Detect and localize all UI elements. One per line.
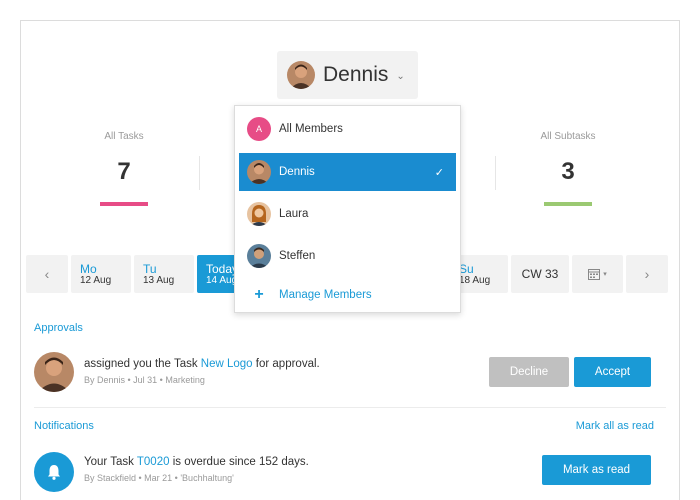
date-cell[interactable]: Mo 12 Aug: [71, 255, 131, 293]
stat-bar: [100, 202, 148, 206]
chevron-left-icon: ‹: [44, 266, 50, 282]
checkmark-icon: ✓: [434, 166, 444, 179]
accept-button[interactable]: Accept: [574, 357, 651, 387]
stat-label: All Tasks: [104, 131, 144, 142]
laura-avatar: [247, 202, 271, 226]
message-text: for approval.: [255, 358, 320, 370]
dropdown-item-label: Steffen: [279, 250, 316, 262]
mark-all-read-link[interactable]: Mark all as read: [576, 420, 654, 432]
next-week-button[interactable]: ›: [626, 255, 668, 293]
dropdown-item-label: Laura: [279, 208, 309, 220]
date-cell[interactable]: Tu 13 Aug: [134, 255, 194, 293]
mark-as-read-button[interactable]: Mark as read: [542, 455, 651, 485]
dennis-avatar: [34, 352, 74, 392]
steffen-avatar: [247, 244, 271, 268]
calendar-icon: [588, 269, 601, 280]
prev-week-button[interactable]: ‹: [26, 255, 68, 293]
date-date: 18 Aug: [459, 275, 491, 286]
date-day: Su: [459, 262, 474, 276]
plus-icon: +: [254, 286, 264, 303]
stat-value: 3: [561, 158, 575, 185]
date-date: 13 Aug: [143, 275, 175, 286]
notifications-title: Notifications: [34, 420, 94, 432]
stat-bar: [544, 202, 592, 206]
calendar-picker-button[interactable]: ▾: [572, 255, 623, 293]
message-text: assigned you the Task: [84, 358, 198, 370]
message-text: is overdue since 152 days.: [172, 456, 309, 468]
decline-button[interactable]: Decline: [489, 357, 569, 387]
dropdown-item-label: Dennis: [279, 166, 315, 178]
message-text: Your Task: [84, 456, 134, 468]
dennis-avatar: [287, 61, 315, 89]
dashboard-frame: Dennis ⌄ All Tasks 7 All Subtasks 3 ‹ Mo…: [20, 20, 680, 500]
task-link[interactable]: New Logo: [201, 358, 253, 370]
stat-divider: [495, 156, 496, 190]
chevron-right-icon: ›: [644, 266, 650, 282]
stat-value: 7: [117, 158, 131, 185]
task-link[interactable]: T0020: [137, 456, 170, 468]
approval-message: assigned you the Task New Logo for appro…: [84, 358, 320, 370]
stat-divider: [199, 156, 200, 190]
caret-down-icon: ▾: [603, 271, 607, 278]
section-divider: [34, 407, 666, 408]
date-day: Tu: [143, 262, 157, 276]
manage-members-button[interactable]: + Manage Members: [239, 276, 456, 314]
manage-members-label: Manage Members: [279, 289, 372, 301]
stat-label: All Subtasks: [540, 131, 596, 142]
calendar-week-label[interactable]: CW 33: [511, 255, 569, 293]
date-date: 12 Aug: [80, 275, 112, 286]
dropdown-item-all-members[interactable]: A All Members: [239, 110, 456, 148]
notification-message: Your Task T0020 is overdue since 152 day…: [84, 456, 309, 468]
notification-avatar: [34, 452, 74, 492]
dropdown-item-steffen[interactable]: Steffen: [239, 237, 456, 275]
stat-all-subtasks: All Subtasks 3: [518, 131, 618, 206]
stat-all-tasks: All Tasks 7: [74, 131, 174, 206]
dennis-avatar: [247, 160, 271, 184]
dropdown-item-dennis[interactable]: Dennis ✓: [239, 153, 456, 191]
date-day: Mo: [80, 262, 97, 276]
chevron-down-icon: ⌄: [396, 70, 405, 82]
date-date: 14 Aug: [206, 275, 238, 286]
member-selector[interactable]: Dennis ⌄: [277, 51, 418, 99]
approval-meta: By Dennis • Jul 31 • Marketing: [84, 375, 205, 385]
dropdown-item-laura[interactable]: Laura: [239, 195, 456, 233]
notification-meta: By Stackfield • Mar 21 • 'Buchhaltung': [84, 473, 234, 483]
bell-icon: [48, 465, 60, 480]
dropdown-item-label: All Members: [279, 123, 343, 135]
selected-member-name: Dennis: [323, 63, 389, 86]
all-members-avatar: A: [247, 117, 271, 141]
member-dropdown: A All Members Dennis ✓ Laura Steffen + M…: [234, 105, 461, 313]
approvals-title: Approvals: [34, 322, 83, 334]
